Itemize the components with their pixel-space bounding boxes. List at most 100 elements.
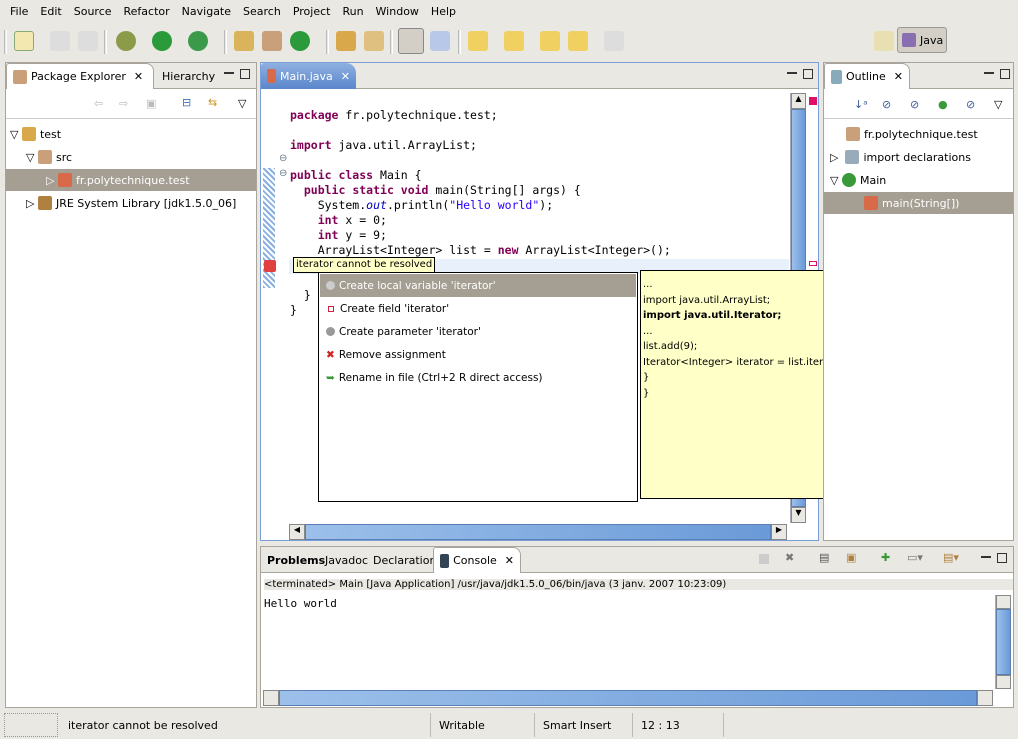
new-java-class-icon[interactable] [290,31,310,51]
menu-navigate[interactable]: Navigate [176,5,237,18]
horizontal-scrollbar[interactable]: ◀ ▶ [289,524,787,540]
minimize-icon[interactable] [984,71,994,74]
minimize-icon[interactable] [224,71,234,74]
search-icon[interactable] [364,31,384,51]
menu-help[interactable]: Help [425,5,462,18]
error-marker[interactable] [809,97,817,105]
mark-occurrences-icon[interactable] [398,28,424,54]
link-with-editor-icon[interactable]: ⇆ [208,96,217,109]
hide-nonpublic-icon[interactable]: ● [938,98,948,111]
close-icon[interactable]: ✕ [341,70,350,83]
view-menu-icon[interactable]: ▽ [238,97,246,110]
scroll-lock-icon[interactable]: ▣ [846,551,856,564]
menu-run[interactable]: Run [336,5,369,18]
warning-marker[interactable] [809,261,817,266]
minimize-icon[interactable] [787,71,797,74]
sort-icon[interactable]: ↓ᵃ [854,98,868,111]
hide-fields-icon[interactable]: ⊘ [882,98,891,111]
debug-icon[interactable] [116,31,136,51]
display-console-icon[interactable]: ▭▾ [907,551,923,564]
fold-icon[interactable]: ⊖ [279,168,287,179]
tab-hierarchy[interactable]: Hierarchy [156,63,221,89]
collapsed-icon[interactable]: ▷ [46,174,58,187]
quickfix-item[interactable]: ➥ Rename in file (Ctrl+2 R direct access) [320,366,636,389]
clear-console-icon[interactable]: ▤ [819,551,829,564]
back-icon[interactable]: ⇦ [94,97,103,110]
collapsed-icon[interactable]: ▷ [26,197,38,210]
collapsed-icon[interactable]: ▷ [830,151,845,164]
forward-icon[interactable]: ⇨ [119,97,128,110]
open-type-icon[interactable] [336,31,356,51]
menu-window[interactable]: Window [370,5,425,18]
view-menu-icon[interactable]: ▽ [994,98,1002,111]
expanded-icon[interactable]: ▽ [830,174,842,187]
quickfix-item[interactable]: Create field 'iterator' [320,297,636,320]
run-icon[interactable] [152,31,172,51]
open-perspective-icon[interactable] [874,31,894,51]
collapse-all-icon[interactable]: ⊟ [182,96,191,109]
menu-search[interactable]: Search [237,5,287,18]
error-quickfix-icon[interactable] [264,260,276,272]
maximize-icon[interactable] [1000,69,1010,79]
terminate-icon[interactable] [759,554,769,564]
save-icon[interactable] [50,31,70,51]
tree-item-package[interactable]: ▷ fr.polytechnique.test [6,169,256,191]
forward-icon[interactable] [604,31,624,51]
console-output[interactable]: Hello world [264,597,337,610]
next-annotation-icon[interactable] [468,31,488,51]
quickfix-item[interactable]: Create parameter 'iterator' [320,320,636,343]
close-icon[interactable]: ✕ [505,554,514,567]
new-icon[interactable] [14,31,34,51]
last-edit-icon[interactable] [540,31,560,51]
outline-item-main-method[interactable]: main(String[]) [824,192,1013,214]
menu-edit[interactable]: Edit [34,5,67,18]
tab-javadoc[interactable]: Javadoc [319,547,374,573]
tree-item-src[interactable]: ▽ src [6,146,256,168]
expanded-icon[interactable]: ▽ [26,151,38,164]
menu-refactor[interactable]: Refactor [118,5,176,18]
outline-item-package[interactable]: fr.polytechnique.test [824,123,1013,145]
pin-console-icon[interactable]: ✚ [881,551,890,564]
close-icon[interactable]: ✕ [894,70,903,83]
previous-annotation-icon[interactable] [504,31,524,51]
fold-icon[interactable]: ⊖ [279,153,287,164]
expanded-icon[interactable]: ▽ [10,128,22,141]
tree-item-jre[interactable]: ▷ JRE System Library [jdk1.5.0_06] [6,192,256,214]
java-perspective-button[interactable]: Java [897,27,947,53]
hide-static-icon[interactable]: ⊘ [910,98,919,111]
minimize-icon[interactable] [981,555,991,558]
tab-main-java[interactable]: Main.java ✕ [261,63,356,89]
new-class-icon[interactable] [262,31,282,51]
tab-declaration[interactable]: Declaration [367,547,442,573]
show-whitespace-icon[interactable] [430,31,450,51]
scroll-down-button[interactable]: ▼ [791,507,806,523]
hide-local-types-icon[interactable]: ⊘ [966,98,975,111]
tab-outline[interactable]: Outline ✕ [824,63,910,89]
maximize-icon[interactable] [240,69,250,79]
console-horizontal-scrollbar[interactable] [263,690,993,706]
menu-project[interactable]: Project [287,5,337,18]
external-tools-icon[interactable] [188,31,208,51]
menu-source[interactable]: Source [68,5,118,18]
outline-item-imports[interactable]: ▷ import declarations [824,146,1013,168]
console-vertical-scrollbar[interactable] [995,595,1011,689]
tree-item-test[interactable]: ▽ test [6,123,256,145]
tab-console[interactable]: Console ✕ [433,547,521,573]
back-icon[interactable] [568,31,588,51]
new-package-icon[interactable] [234,31,254,51]
up-icon[interactable]: ▣ [146,97,156,110]
maximize-icon[interactable] [803,69,813,79]
tab-package-explorer[interactable]: Package Explorer ✕ [6,63,154,89]
quickfix-item[interactable]: ✖ Remove assignment [320,343,636,366]
open-console-icon[interactable]: ▤▾ [943,551,959,564]
menu-file[interactable]: File [4,5,34,18]
quickfix-item[interactable]: Create local variable 'iterator' [320,274,636,297]
quickfix-label: Rename in file (Ctrl+2 R direct access) [338,371,543,384]
scroll-up-button[interactable]: ▲ [791,93,806,109]
close-icon[interactable]: ✕ [134,70,143,83]
remove-launch-icon[interactable]: ✖ [785,551,794,564]
maximize-icon[interactable] [997,553,1007,563]
print-icon[interactable] [78,31,98,51]
outline-item-main-class[interactable]: ▽ Main [824,169,1013,191]
perspective-label: Java [920,33,944,47]
